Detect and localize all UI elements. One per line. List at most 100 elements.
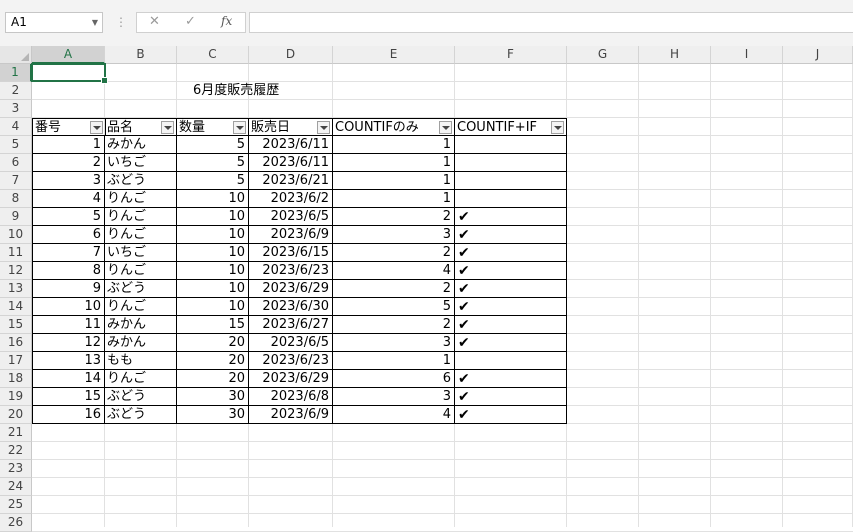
table-cell[interactable]: 2	[32, 154, 105, 172]
table-cell[interactable]: 2023/6/29	[249, 370, 333, 388]
row-header-15[interactable]: 15	[0, 316, 32, 334]
row-header-10[interactable]: 10	[0, 226, 32, 244]
table-cell[interactable]: いちご	[105, 154, 177, 172]
cancel-icon[interactable]: ✕	[149, 14, 160, 29]
column-header-j[interactable]: J	[783, 46, 853, 64]
table-cell[interactable]: 2023/6/8	[249, 388, 333, 406]
table-cell[interactable]: 1	[333, 190, 455, 208]
row-header-20[interactable]: 20	[0, 406, 32, 424]
table-cell[interactable]: ✔	[455, 244, 567, 262]
column-header-a[interactable]: A	[32, 46, 105, 64]
enter-icon[interactable]: ✓	[185, 14, 196, 29]
name-box[interactable]: A1 ▼	[5, 12, 103, 33]
table-cell[interactable]: ぶどう	[105, 172, 177, 190]
table-header-5[interactable]: COUNTIFのみ	[333, 118, 455, 136]
row-header-21[interactable]: 21	[0, 424, 32, 442]
column-header-c[interactable]: C	[177, 46, 249, 64]
table-cell[interactable]: 3	[333, 388, 455, 406]
filter-dropdown-icon[interactable]	[90, 121, 103, 134]
table-header-6[interactable]: COUNTIF+IF	[455, 118, 567, 136]
row-header-26[interactable]: 26	[0, 514, 32, 532]
table-cell[interactable]: 2023/6/21	[249, 172, 333, 190]
table-cell[interactable]: 5	[333, 298, 455, 316]
table-cell[interactable]: 2023/6/9	[249, 226, 333, 244]
table-cell[interactable]: もも	[105, 352, 177, 370]
filter-dropdown-icon[interactable]	[233, 121, 246, 134]
column-header-e[interactable]: E	[333, 46, 455, 64]
table-cell[interactable]: 2023/6/11	[249, 154, 333, 172]
table-cell[interactable]: 10	[177, 208, 249, 226]
table-cell[interactable]	[455, 172, 567, 190]
table-cell[interactable]: 2	[333, 244, 455, 262]
row-header-1[interactable]: 1	[0, 64, 32, 82]
table-cell[interactable]: 3	[333, 334, 455, 352]
row-header-16[interactable]: 16	[0, 334, 32, 352]
table-cell[interactable]: ✔	[455, 280, 567, 298]
table-cell[interactable]: ✔	[455, 334, 567, 352]
row-header-13[interactable]: 13	[0, 280, 32, 298]
table-cell[interactable]: 6	[333, 370, 455, 388]
table-cell[interactable]: 30	[177, 406, 249, 424]
row-header-14[interactable]: 14	[0, 298, 32, 316]
table-cell[interactable]: ✔	[455, 370, 567, 388]
table-cell[interactable]: 2	[333, 280, 455, 298]
column-header-b[interactable]: B	[105, 46, 177, 64]
table-cell[interactable]: ぶどう	[105, 388, 177, 406]
table-cell[interactable]: みかん	[105, 334, 177, 352]
column-header-i[interactable]: I	[711, 46, 783, 64]
active-cell-selection[interactable]	[31, 63, 108, 84]
table-cell[interactable]: 7	[32, 244, 105, 262]
table-cell[interactable]: 2023/6/9	[249, 406, 333, 424]
table-cell[interactable]: りんご	[105, 370, 177, 388]
table-cell[interactable]: 2	[333, 316, 455, 334]
table-cell[interactable]: 10	[177, 298, 249, 316]
row-header-11[interactable]: 11	[0, 244, 32, 262]
table-cell[interactable]: 4	[333, 406, 455, 424]
table-cell[interactable]: 5	[177, 154, 249, 172]
filter-dropdown-icon[interactable]	[161, 121, 174, 134]
table-cell[interactable]: 1	[333, 136, 455, 154]
row-header-19[interactable]: 19	[0, 388, 32, 406]
row-header-6[interactable]: 6	[0, 154, 32, 172]
table-cell[interactable]	[455, 352, 567, 370]
table-cell[interactable]: りんご	[105, 208, 177, 226]
table-cell[interactable]: 2023/6/30	[249, 298, 333, 316]
table-cell[interactable]: いちご	[105, 244, 177, 262]
table-cell[interactable]: りんご	[105, 190, 177, 208]
table-cell[interactable]: 30	[177, 388, 249, 406]
table-header-4[interactable]: 販売日	[249, 118, 333, 136]
row-header-8[interactable]: 8	[0, 190, 32, 208]
table-cell[interactable]: 2023/6/2	[249, 190, 333, 208]
table-cell[interactable]: ✔	[455, 262, 567, 280]
table-cell[interactable]: 14	[32, 370, 105, 388]
row-header-18[interactable]: 18	[0, 370, 32, 388]
filter-dropdown-icon[interactable]	[551, 121, 564, 134]
table-cell[interactable]	[455, 190, 567, 208]
row-header-25[interactable]: 25	[0, 496, 32, 514]
row-header-22[interactable]: 22	[0, 442, 32, 460]
row-header-7[interactable]: 7	[0, 172, 32, 190]
table-cell[interactable]: ぶどう	[105, 406, 177, 424]
chevron-down-icon[interactable]: ▼	[92, 13, 98, 32]
table-header-3[interactable]: 数量	[177, 118, 249, 136]
table-cell[interactable]: 3	[32, 172, 105, 190]
column-header-d[interactable]: D	[249, 46, 333, 64]
table-cell[interactable]: 12	[32, 334, 105, 352]
column-header-h[interactable]: H	[639, 46, 711, 64]
table-cell[interactable]: 8	[32, 262, 105, 280]
row-header-17[interactable]: 17	[0, 352, 32, 370]
table-cell[interactable]: 3	[333, 226, 455, 244]
table-cell[interactable]: 2	[333, 208, 455, 226]
row-header-4[interactable]: 4	[0, 118, 32, 136]
table-cell[interactable]: 10	[177, 280, 249, 298]
row-header-23[interactable]: 23	[0, 460, 32, 478]
table-cell[interactable]: 2023/6/27	[249, 316, 333, 334]
table-cell[interactable]	[455, 154, 567, 172]
column-header-g[interactable]: G	[567, 46, 639, 64]
row-header-9[interactable]: 9	[0, 208, 32, 226]
table-cell[interactable]: りんご	[105, 262, 177, 280]
select-all-button[interactable]	[0, 46, 32, 64]
table-cell[interactable]: 1	[333, 352, 455, 370]
row-header-24[interactable]: 24	[0, 478, 32, 496]
table-cell[interactable]: 15	[32, 388, 105, 406]
